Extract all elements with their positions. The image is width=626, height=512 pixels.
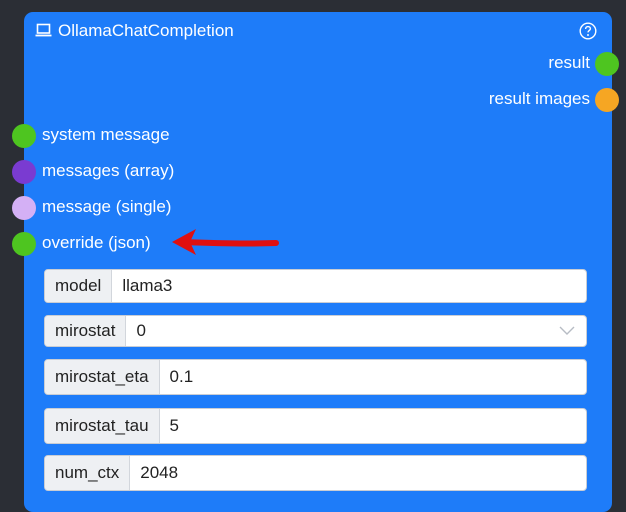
input-label-messages-array: messages (array) — [42, 161, 175, 180]
num-ctx-field-label: num_ctx — [45, 456, 131, 490]
laptop-icon — [35, 23, 52, 37]
input-port-messages-array[interactable] — [12, 160, 36, 184]
mirostat-eta-field[interactable]: mirostat_eta 0.1 — [44, 359, 587, 395]
question-circle-icon[interactable] — [579, 22, 597, 40]
model-field-label: model — [45, 270, 113, 302]
ollama-chat-completion-node[interactable]: OllamaChatCompletion result result image… — [12, 12, 619, 512]
chevron-down-icon[interactable] — [558, 316, 576, 346]
input-label-override-json: override (json) — [42, 233, 151, 252]
node-title: OllamaChatCompletion — [58, 21, 234, 40]
node-header[interactable]: OllamaChatCompletion — [24, 12, 612, 50]
output-label-result: result — [548, 53, 590, 72]
model-input[interactable]: llama3 — [112, 270, 586, 302]
mirostat-selected-value[interactable]: 0 — [126, 316, 558, 346]
mirostat-tau-field[interactable]: mirostat_tau 5 — [44, 408, 587, 444]
mirostat-eta-field-label: mirostat_eta — [45, 360, 160, 394]
red-arrow-icon — [172, 229, 279, 255]
input-label-message-single: message (single) — [42, 197, 172, 216]
input-port-message-single[interactable] — [12, 196, 36, 220]
mirostat-eta-input[interactable]: 0.1 — [160, 360, 586, 394]
output-label-result-images: result images — [488, 89, 590, 108]
input-port-system-message[interactable] — [12, 124, 36, 148]
input-label-system-message: system message — [42, 125, 170, 144]
output-port-result-images[interactable] — [595, 88, 619, 112]
num-ctx-input[interactable]: 2048 — [130, 456, 586, 490]
input-port-override-json[interactable] — [12, 232, 36, 256]
mirostat-select[interactable]: mirostat 0 — [44, 315, 587, 347]
model-field[interactable]: model llama3 — [44, 269, 587, 303]
mirostat-tau-field-label: mirostat_tau — [45, 409, 160, 443]
mirostat-tau-input[interactable]: 5 — [160, 409, 586, 443]
output-port-result[interactable] — [595, 52, 619, 76]
mirostat-field-label: mirostat — [45, 316, 127, 346]
num-ctx-field[interactable]: num_ctx 2048 — [44, 455, 587, 491]
